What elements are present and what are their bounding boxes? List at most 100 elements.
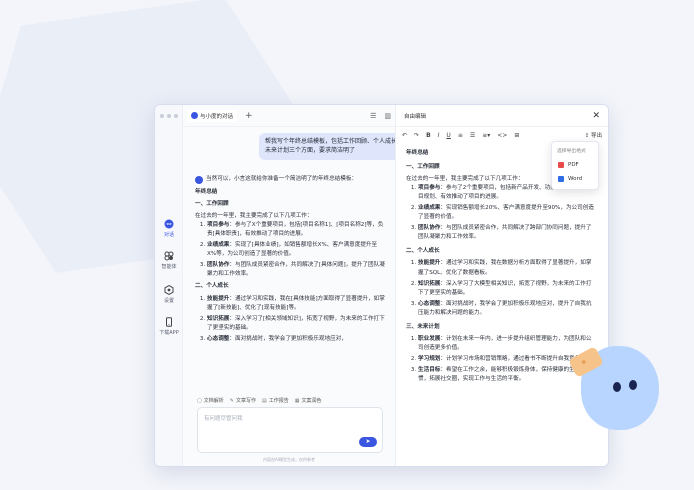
- assistant-intro: 当然可以，小言这就给你准备一个简洁明了的年终总结模板：: [206, 176, 358, 182]
- agent-icon: [164, 251, 174, 261]
- code-icon[interactable]: <>: [497, 132, 507, 139]
- item-text: ：通过学习和实践，我在[具体技能]方面取得了显著提升，如掌握了[新技能]、优化了…: [207, 295, 385, 311]
- chip-copy-polish[interactable]: ▦ 文案润色: [295, 397, 322, 405]
- option-label: PDF: [568, 162, 579, 168]
- item-text: ：通过学习和实践，我在数据分析方面取得了显著提升，如掌握了SQL、优化了数据看板…: [418, 260, 592, 276]
- history-list-icon[interactable]: ☰: [370, 112, 376, 120]
- doc-section: 二、个人成长: [406, 248, 440, 255]
- rail-item-chat[interactable]: 对话: [155, 219, 183, 238]
- mascot-illustration: [568, 340, 661, 432]
- editor-title: 自由编辑: [404, 113, 427, 120]
- chip-label: 文章写作: [235, 398, 256, 404]
- app-window: 对话 智能体 设置 下载APP 与小度的对话 + ☰ ▥ 帮我写个年终总结模板，…: [154, 104, 609, 467]
- item-label: 技能提升: [418, 260, 441, 267]
- list-item: 业绩成果：实现销售额增长20%、客户满意度提升至90%，为公司创造了显著的价值。: [418, 204, 596, 222]
- item-label: 团队协作: [207, 262, 230, 269]
- export-option-word[interactable]: Word: [552, 172, 598, 186]
- message-paragraph: 在过去的一年里，我主要完成了以下几项工作：: [195, 213, 313, 220]
- window-dot[interactable]: [160, 114, 164, 118]
- underline-icon[interactable]: U: [446, 132, 450, 139]
- left-rail: 对话 智能体 设置 下载APP: [155, 105, 183, 466]
- add-tab-icon[interactable]: +: [245, 111, 253, 121]
- disclaimer: 内容由AI模型生成，仅供参考: [263, 457, 315, 462]
- send-button[interactable]: ➤: [359, 437, 377, 447]
- item-label: 项目参与: [418, 185, 441, 192]
- chat-panel: 与小度的对话 + ☰ ▥ 帮我写个年终总结模板，包括工作回顾、个人成长、未来计划…: [183, 105, 411, 466]
- chip-label: 文案润色: [301, 398, 322, 404]
- rail-item-label: 下载APP: [159, 330, 179, 336]
- report-icon: ▤: [261, 397, 267, 404]
- layout-panel-icon[interactable]: ▥: [384, 112, 391, 120]
- item-label: 业绩成果: [418, 205, 441, 212]
- list-icon[interactable]: ☰: [470, 132, 475, 139]
- export-option-pdf[interactable]: PDF: [552, 158, 598, 172]
- input-placeholder: 有问题尽管问我: [204, 416, 243, 422]
- chip-label: 工作报告: [268, 398, 289, 404]
- item-label: 心态调整: [418, 300, 441, 307]
- item-text: ：希望在工作之余，能够积极锻炼身体，保持健康的生活习惯，拓展社交圈，实现工作与生…: [418, 366, 586, 382]
- list-item: 业绩成果：实现了[具体业绩]，如销售额增长X%、客户满意度提升至X%等，为公司创…: [207, 241, 385, 259]
- item-text: ：与团队成员紧密合作，共同解决了跨部门协同问题，提升了团队凝聚力和工作效率。: [418, 225, 592, 241]
- window-controls: [160, 114, 178, 118]
- bold-icon[interactable]: B: [426, 132, 431, 139]
- item-label: 技能提升: [207, 295, 230, 302]
- tabbar-actions: ☰ ▥: [370, 112, 391, 120]
- item-label: 知识拓展: [207, 315, 230, 322]
- list-item: 知识拓展：深入学习了大模型相关知识，拓宽了视野，为未来的工作打下了更坚实的基础。: [418, 280, 596, 298]
- list-item: 团队协作：与团队成员紧密合作，共同解决了跨部门协同问题，提升了团队凝聚力和工作效…: [418, 224, 596, 242]
- tab-label: 与小度的对话: [200, 113, 234, 120]
- list-item: 项目参与：参与了X个重要项目，包括[项目名称1]、[项目名称2]等，负责[具体职…: [207, 221, 385, 239]
- settings-icon: [164, 285, 174, 295]
- undo-icon[interactable]: ↶: [402, 132, 407, 139]
- item-label: 生活目标: [418, 366, 441, 373]
- list-item: 技能提升：通过学习和实践，我在数据分析方面取得了显著提升，如掌握了SQL、优化了…: [418, 259, 596, 277]
- item-label: 心态调整: [207, 335, 230, 342]
- close-icon[interactable]: ✕: [592, 111, 600, 121]
- list-item: 生活目标：希望在工作之余，能够积极锻炼身体，保持健康的生活习惯，拓展社交圈，实现…: [418, 366, 596, 384]
- list-item: 心态调整：面对挑战时，我学会了更加积极乐观地应对，: [207, 335, 385, 344]
- assistant-message: 当然可以，小言这就给你准备一个简洁明了的年终总结模板： 年终总结 一、工作回顾 …: [195, 175, 385, 346]
- assistant-logo-icon: [191, 112, 198, 119]
- redo-icon[interactable]: ↷: [414, 132, 419, 139]
- window-dot[interactable]: [167, 114, 171, 118]
- item-label: 团队协作: [418, 225, 441, 232]
- item-text: ：实现了[具体业绩]，如销售额增长X%、客户满意度提升至X%等，为公司创造了显著…: [207, 242, 378, 258]
- align-icon[interactable]: ≡: [458, 132, 463, 139]
- export-menu: 选择导出格式 PDF Word: [551, 141, 599, 190]
- item-text: ：参与了X个重要项目，包括[项目名称1]、[项目名称2]等，负责[具体职责]，有…: [207, 222, 384, 238]
- italic-icon[interactable]: I: [438, 132, 440, 139]
- item-text: ：深入学习了[相关领域知识]，拓宽了视野，为未来的工作打下了更坚实的基础。: [207, 315, 385, 331]
- window-dot[interactable]: [174, 114, 178, 118]
- export-menu-title: 选择导出格式: [557, 149, 586, 154]
- list-item: 技能提升：通过学习和实践，我在[具体技能]方面取得了显著提升，如掌握了[新技能]…: [207, 295, 385, 313]
- chip-work-report[interactable]: ▤ 工作报告: [261, 397, 289, 405]
- message-title: 年终总结: [195, 189, 218, 196]
- item-text: ：计划在未来一年内，进一步提升组织管理能力，为团队和公司创造更多价值。: [418, 335, 592, 351]
- doc-list: 职业发展：计划在未来一年内，进一步提升组织管理能力，为团队和公司创造更多价值。 …: [406, 335, 596, 384]
- chat-input[interactable]: 有问题尽管问我 ➤: [197, 407, 383, 453]
- doc-section: 三、未来计划: [406, 323, 440, 330]
- list-item: 知识拓展：深入学习了[相关领域知识]，拓宽了视野，为未来的工作打下了更坚实的基础…: [207, 315, 385, 333]
- rail-item-agent[interactable]: 智能体: [155, 251, 183, 270]
- rail-item-settings[interactable]: 设置: [155, 285, 183, 304]
- item-label: 知识拓展: [418, 280, 441, 287]
- item-label: 业绩成果: [207, 242, 230, 249]
- item-label: 职业发展: [418, 335, 441, 342]
- chip-article-writing[interactable]: ✎ 文章写作: [229, 397, 256, 405]
- message-section: 一、工作回顾: [195, 201, 229, 208]
- table-icon[interactable]: ⊞: [514, 132, 519, 139]
- pen-icon: ✎: [229, 397, 234, 404]
- heading-dropdown-icon[interactable]: ≡▾: [482, 132, 490, 139]
- rail-item-label: 对话: [163, 232, 174, 238]
- export-button[interactable]: ⇪ 导出: [585, 131, 602, 139]
- word-icon: [558, 176, 564, 182]
- rail-item-download[interactable]: 下载APP: [155, 317, 183, 336]
- tab-conversation[interactable]: 与小度的对话: [187, 109, 238, 122]
- item-text: ：与团队成员紧密合作，共同解决了[具体问题]，提升了团队凝聚力和工作效率。: [207, 262, 385, 278]
- doc-list: 技能提升：通过学习和实践，我在数据分析方面取得了显著提升，如掌握了SQL、优化了…: [406, 259, 596, 317]
- mascot-eye: [613, 382, 621, 392]
- chat-icon: [164, 219, 174, 229]
- phone-icon: [166, 317, 172, 327]
- assistant-avatar: [195, 176, 203, 184]
- chip-doc-parse[interactable]: ▢ 文档解析: [197, 397, 224, 405]
